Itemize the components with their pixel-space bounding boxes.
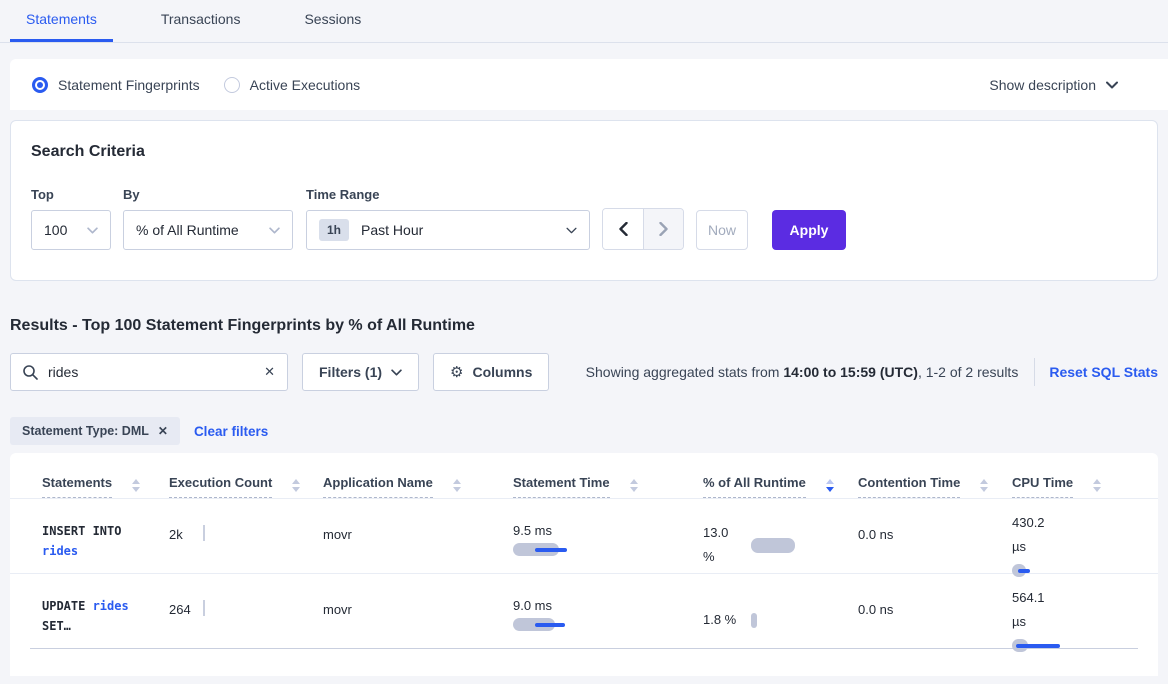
table-header-row: Statements Execution Count Application N…: [10, 453, 1158, 498]
time-range-badge: 1h: [319, 219, 349, 241]
sort-icon[interactable]: [453, 479, 461, 492]
column-header-cpu-time[interactable]: CPU Time: [1012, 475, 1158, 498]
filters-button-label: Filters (1): [319, 364, 382, 380]
contention-time-cell: 0.0 ns: [858, 574, 1012, 652]
aggregated-stats-text: Showing aggregated stats from 14:00 to 1…: [586, 364, 1019, 380]
column-header-statements[interactable]: Statements: [42, 475, 169, 498]
by-select-value: % of All Runtime: [136, 222, 239, 238]
prev-time-range-button[interactable]: [603, 209, 643, 249]
radio-active-executions-label: Active Executions: [250, 77, 361, 93]
filter-chip-label: Statement Type: DML: [22, 424, 149, 438]
by-label: By: [123, 187, 306, 202]
sort-icon[interactable]: [132, 479, 140, 492]
statement-time-bar: [513, 618, 603, 631]
show-description-toggle[interactable]: Show description: [989, 77, 1146, 93]
statement-search-box[interactable]: ✕: [10, 353, 288, 391]
radio-selected-icon[interactable]: [32, 77, 48, 93]
now-button[interactable]: Now: [696, 210, 748, 250]
tab-statements[interactable]: Statements: [10, 0, 113, 42]
search-criteria-panel: Search Criteria Top 100 By % of All Runt…: [10, 120, 1158, 281]
apply-button[interactable]: Apply: [772, 210, 846, 250]
chevron-down-icon: [391, 369, 402, 376]
gear-icon: ⚙: [450, 363, 463, 381]
radio-unselected-icon[interactable]: [224, 77, 240, 93]
chevron-down-icon: [1106, 81, 1118, 89]
vertical-divider: [1034, 358, 1035, 386]
application-name-cell: movr: [323, 499, 513, 577]
search-input[interactable]: [48, 364, 264, 380]
execution-count-cell: 264: [169, 574, 323, 652]
results-toolbar: ✕ Filters (1) ⚙ Columns Showing aggregat…: [10, 353, 1158, 391]
chevron-right-icon: [659, 222, 668, 236]
chevron-down-icon: [566, 227, 577, 234]
radio-active-executions[interactable]: Active Executions: [224, 77, 361, 93]
sort-icon[interactable]: [1093, 479, 1101, 492]
chevron-down-icon: [87, 227, 98, 234]
execution-count-bar: [203, 600, 205, 616]
column-header-contention-time[interactable]: Contention Time: [858, 475, 1012, 498]
time-range-select[interactable]: 1h Past Hour: [306, 210, 590, 250]
top-label: Top: [31, 187, 123, 202]
column-header-runtime-pct[interactable]: % of All Runtime: [703, 475, 858, 498]
application-name-cell: movr: [323, 574, 513, 652]
runtime-pct-bar: [751, 613, 757, 628]
cpu-time-cell: 430.2 µs: [1012, 499, 1158, 577]
filters-button[interactable]: Filters (1): [302, 353, 419, 391]
execution-count-bar: [203, 525, 205, 541]
search-criteria-title: Search Criteria: [31, 143, 1137, 161]
top-select[interactable]: 100: [31, 210, 111, 250]
search-icon: [23, 365, 38, 380]
contention-time-cell: 0.0 ns: [858, 499, 1012, 577]
results-heading: Results - Top 100 Statement Fingerprints…: [10, 317, 1158, 335]
show-description-label: Show description: [989, 77, 1096, 93]
by-select[interactable]: % of All Runtime: [123, 210, 293, 250]
runtime-pct-cell: 1.8 %: [703, 574, 858, 652]
statement-link[interactable]: rides: [93, 599, 129, 613]
remove-filter-icon[interactable]: ✕: [158, 424, 168, 438]
clear-filters-link[interactable]: Clear filters: [194, 424, 268, 439]
statement-time-cell: 9.5 ms: [513, 499, 703, 577]
column-header-application-name[interactable]: Application Name: [323, 475, 513, 498]
sort-icon[interactable]: [980, 479, 988, 492]
statements-table: Statements Execution Count Application N…: [10, 453, 1158, 676]
chevron-left-icon: [619, 222, 628, 236]
statement-time-cell: 9.0 ms: [513, 574, 703, 652]
sql-activity-tabs: Statements Transactions Sessions: [0, 0, 1168, 43]
chevron-down-icon: [269, 227, 280, 234]
radio-statement-fingerprints[interactable]: Statement Fingerprints: [32, 77, 200, 93]
tab-transactions[interactable]: Transactions: [145, 0, 257, 42]
sort-icon-active-desc[interactable]: [826, 479, 834, 492]
cpu-time-bar: [1012, 564, 1102, 577]
statement-cell[interactable]: UPDATE rides SET…: [42, 574, 169, 652]
next-time-range-button[interactable]: [643, 209, 683, 249]
filter-chip-statement-type[interactable]: Statement Type: DML ✕: [10, 417, 180, 445]
top-select-value: 100: [44, 222, 67, 238]
column-header-statement-time[interactable]: Statement Time: [513, 475, 703, 498]
statement-time-bar: [513, 543, 603, 556]
radio-statement-fingerprints-label: Statement Fingerprints: [58, 77, 200, 93]
stats-area: Showing aggregated stats from 14:00 to 1…: [586, 358, 1158, 386]
sort-icon[interactable]: [630, 479, 638, 492]
time-range-label: Time Range: [306, 187, 590, 202]
reset-sql-stats-link[interactable]: Reset SQL Stats: [1049, 364, 1158, 380]
execution-count-cell: 2k: [169, 499, 323, 577]
cpu-time-cell: 564.1 µs: [1012, 574, 1158, 652]
filter-chip-row: Statement Type: DML ✕ Clear filters: [10, 417, 1158, 445]
table-row[interactable]: INSERT INTO rides 2k movr 9.5 ms 13.0 % …: [10, 498, 1158, 573]
sort-icon[interactable]: [292, 479, 300, 492]
table-row[interactable]: UPDATE rides SET… 264 movr 9.0 ms 1.8 % …: [10, 573, 1158, 648]
clear-search-icon[interactable]: ✕: [264, 364, 275, 380]
time-range-arrows: [602, 208, 684, 250]
statement-link[interactable]: rides: [42, 544, 78, 558]
runtime-pct-bar: [751, 538, 795, 553]
tab-sessions[interactable]: Sessions: [288, 0, 377, 42]
column-header-execution-count[interactable]: Execution Count: [169, 475, 323, 498]
columns-button[interactable]: ⚙ Columns: [433, 353, 549, 391]
statement-cell[interactable]: INSERT INTO rides: [42, 499, 169, 577]
columns-button-label: Columns: [472, 364, 532, 380]
cpu-time-bar: [1012, 639, 1102, 652]
time-range-value: Past Hour: [361, 222, 423, 238]
runtime-pct-cell: 13.0 %: [703, 499, 858, 577]
view-toggle-band: Statement Fingerprints Active Executions…: [10, 59, 1168, 110]
